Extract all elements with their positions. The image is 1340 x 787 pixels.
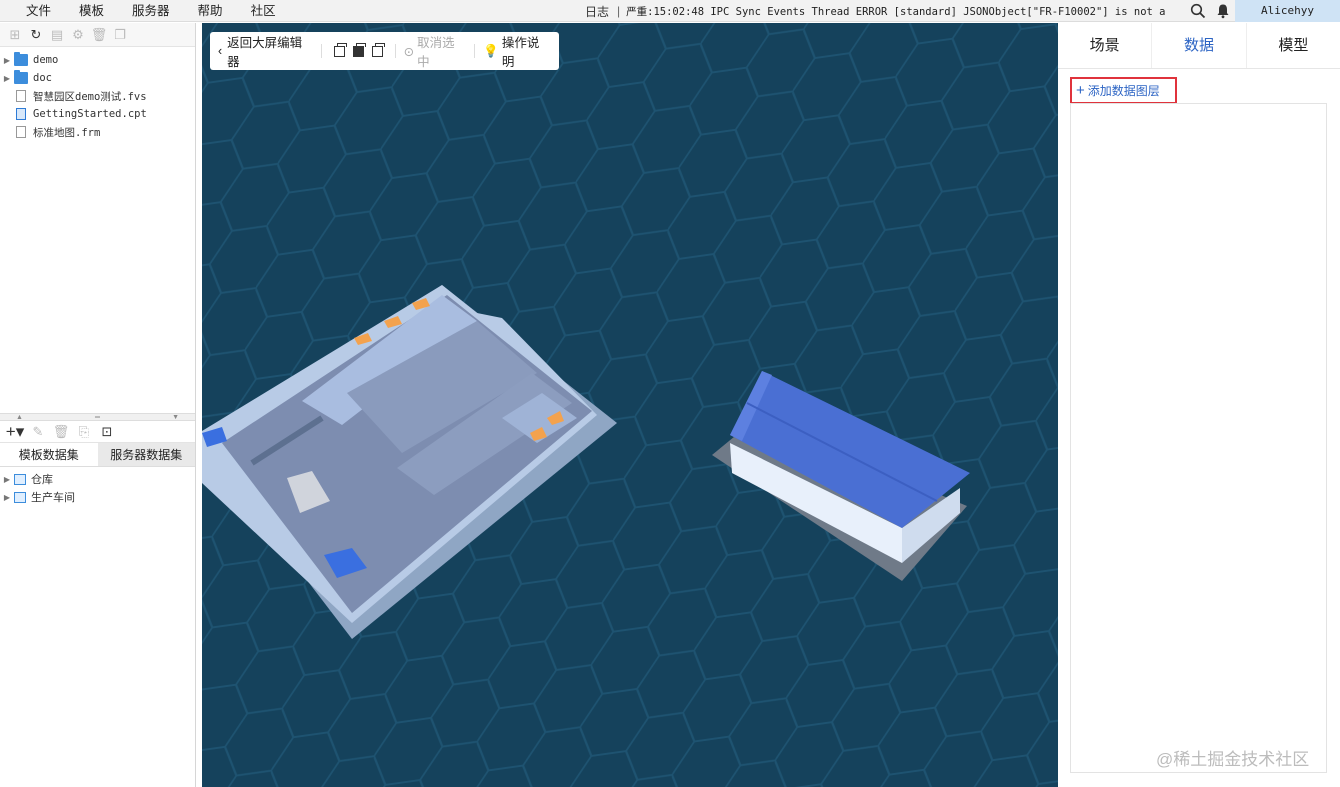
dataset-toolbar: +▾ ✎ 🗑 ⎘ ⊡ (0, 421, 195, 443)
dataset-list: ▶ 仓库 ▶ 生产车间 (0, 467, 195, 506)
canvas-toolbar: ‹ 返回大屏编辑器 ⊙ 取消选中 💡 操作说明 (210, 32, 559, 70)
expand-arrow-icon[interactable]: ▶ (0, 74, 14, 83)
tree-item-cpt[interactable]: GettingStarted.cpt (0, 105, 195, 123)
help-button[interactable]: 操作说明 (502, 32, 551, 70)
scene-canvas[interactable]: ‹ 返回大屏编辑器 ⊙ 取消选中 💡 操作说明 (202, 23, 1058, 787)
tree-item-frm[interactable]: 标准地图.frm (0, 123, 195, 141)
dataset-label: 仓库 (31, 474, 53, 486)
menu-file[interactable]: 文件 (0, 0, 65, 22)
add-data-layer-button[interactable]: + 添加数据图层 (1070, 77, 1177, 104)
collapse-down-icon[interactable]: ▼ (172, 414, 179, 421)
grip-icon[interactable]: ═ (95, 414, 100, 421)
table-icon (14, 491, 26, 503)
menu-server[interactable]: 服务器 (118, 0, 184, 22)
watermark: @稀土掘金技术社区 (1156, 750, 1310, 769)
data-layer-list (1070, 103, 1327, 773)
view-top-icon[interactable] (353, 42, 366, 57)
menu-help[interactable]: 帮助 (184, 0, 237, 22)
file-toolbar: ⊞ ↻ ▤ ⚙ 🗑 ❐ (0, 23, 195, 47)
fvs-file-icon (16, 90, 26, 102)
dataset-label: 生产车间 (31, 492, 75, 504)
copy-icon[interactable]: ❐ (111, 26, 129, 44)
search-icon[interactable] (1190, 3, 1206, 19)
scene-view[interactable] (202, 23, 1058, 787)
cpt-file-icon (16, 108, 26, 120)
server-dataset-icon[interactable]: ⊡ (98, 423, 116, 441)
folder-icon (14, 52, 28, 66)
tree-item-doc[interactable]: ▶ doc (0, 69, 195, 87)
log-label[interactable]: 日志 (585, 3, 609, 20)
user-account[interactable]: Alicehyy (1235, 0, 1340, 22)
tree-item-label: doc (33, 72, 52, 84)
template-icon[interactable]: ▤ (48, 26, 66, 44)
view-front-icon[interactable] (334, 42, 347, 57)
folder-icon (14, 70, 28, 84)
file-tree: ▶ demo ▶ doc 智慧园区demo测试.fvs GettingStart… (0, 47, 195, 413)
dataset-item[interactable]: ▶ 生产车间 (0, 488, 195, 506)
tab-scene[interactable]: 场景 (1058, 23, 1151, 68)
tab-server-dataset[interactable]: 服务器数据集 (97, 443, 195, 466)
settings-icon[interactable]: ⚙ (69, 26, 87, 44)
frm-file-icon (16, 126, 26, 138)
add-dataset-icon[interactable]: +▾ (6, 422, 24, 441)
tree-item-demo[interactable]: ▶ demo (0, 51, 195, 69)
tab-model[interactable]: 模型 (1247, 23, 1340, 68)
expand-arrow-icon[interactable]: ▶ (0, 475, 14, 484)
left-panel: ⊞ ↻ ▤ ⚙ 🗑 ❐ ▶ demo ▶ doc 智慧园区demo测试.fvs … (0, 23, 196, 787)
delete-icon[interactable]: 🗑 (52, 423, 70, 441)
chevron-left-icon[interactable]: ‹ (218, 44, 222, 58)
plus-icon: + (1076, 82, 1085, 99)
collapse-up-icon[interactable]: ▲ (16, 414, 23, 421)
preview-icon[interactable]: ⎘ (75, 423, 93, 441)
lightbulb-icon: 💡 (483, 43, 499, 58)
tree-item-label: 智慧园区demo测试.fvs (33, 90, 147, 103)
dataset-tabs: 模板数据集 服务器数据集 (0, 443, 195, 467)
log-message: 严重:15:02:48 IPC Sync Events Thread ERROR… (626, 5, 1172, 18)
add-data-layer-label: 添加数据图层 (1087, 84, 1160, 98)
log-separator: | (617, 4, 621, 18)
deselect-button[interactable]: 取消选中 (417, 32, 466, 70)
tree-item-label: demo (33, 54, 59, 66)
tree-item-label: 标准地图.frm (33, 126, 101, 139)
bell-icon[interactable] (1216, 3, 1230, 19)
menu-community[interactable]: 社区 (237, 0, 290, 22)
back-to-editor-button[interactable]: 返回大屏编辑器 (227, 32, 313, 70)
new-folder-icon[interactable]: ⊞ (6, 26, 24, 44)
menu-template[interactable]: 模板 (65, 0, 118, 22)
right-panel-tabs: 场景 数据 模型 (1058, 23, 1340, 69)
dataset-item[interactable]: ▶ 仓库 (0, 470, 195, 488)
table-icon (14, 473, 26, 485)
expand-arrow-icon[interactable]: ▶ (0, 56, 14, 65)
edit-icon[interactable]: ✎ (29, 423, 47, 441)
right-panel: 场景 数据 模型 + 添加数据图层 @稀土掘金技术社区 (1058, 23, 1340, 787)
deselect-icon: ⊙ (403, 44, 415, 59)
tree-item-fvs[interactable]: 智慧园区demo测试.fvs (0, 87, 195, 105)
log-area[interactable]: 日志 | 严重:15:02:48 IPC Sync Events Thread … (585, 0, 1171, 22)
tab-template-dataset[interactable]: 模板数据集 (0, 443, 98, 466)
tab-data[interactable]: 数据 (1151, 23, 1247, 68)
view-side-icon[interactable] (371, 42, 385, 57)
expand-arrow-icon[interactable]: ▶ (0, 493, 14, 502)
delete-icon[interactable]: 🗑 (90, 26, 108, 44)
panel-splitter[interactable]: ▲ ═ ▼ (0, 413, 195, 421)
refresh-icon[interactable]: ↻ (27, 26, 45, 44)
tree-item-label: GettingStarted.cpt (33, 108, 147, 120)
